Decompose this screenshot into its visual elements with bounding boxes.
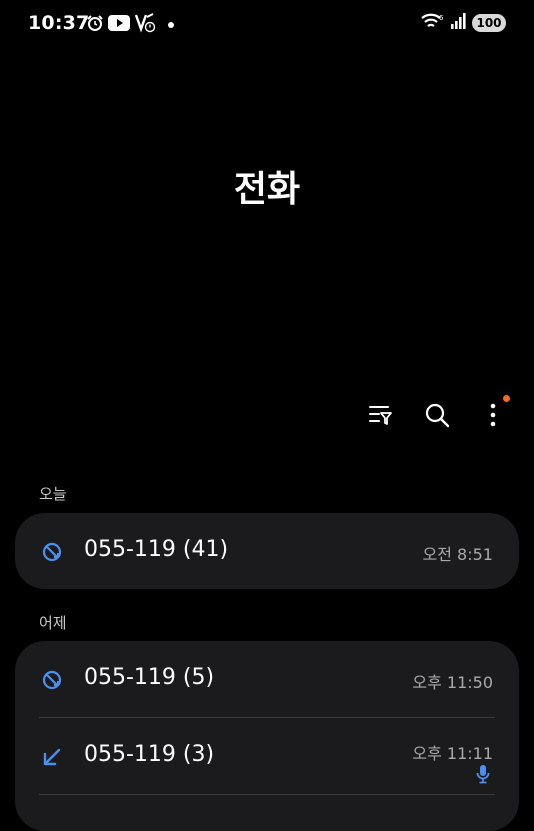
notification-badge-icon: [503, 395, 510, 402]
call-log-row[interactable]: 055-119 (41) 오전 8:51: [15, 513, 519, 589]
toolbar: [366, 395, 510, 432]
call-number: 055-119 (3): [84, 742, 215, 767]
more-options-icon: [490, 403, 496, 427]
call-number: 055-119 (5): [84, 665, 215, 690]
incoming-call-icon: [41, 746, 63, 768]
youtube-icon: [108, 15, 130, 35]
search-icon: [425, 403, 450, 428]
call-time: 오전 8:51: [422, 545, 493, 564]
filter-icon: [369, 406, 392, 425]
status-bar: 10:37 6 100: [0, 0, 534, 48]
blocked-call-icon: [41, 541, 63, 563]
call-time: 오후 11:50: [412, 673, 493, 692]
section-label-today: 오늘: [39, 485, 67, 503]
blocked-call-icon: [41, 669, 63, 691]
wifi-icon: 6: [420, 12, 444, 34]
search-button[interactable]: [422, 398, 452, 432]
call-log-row[interactable]: 055-119 (3) 오후 11:11: [15, 718, 519, 794]
alarm-icon: [86, 14, 104, 36]
notification-dot-icon: [168, 22, 174, 28]
more-options-button[interactable]: [478, 395, 510, 432]
signal-icon: [450, 13, 466, 33]
call-list-card-today: 055-119 (41) 오전 8:51: [15, 513, 519, 589]
page-title: 전화: [233, 169, 301, 210]
status-time: 10:37: [28, 12, 90, 34]
call-number: 055-119 (41): [84, 537, 229, 562]
status-left-icons: [86, 13, 174, 37]
battery-indicator: 100: [472, 14, 506, 32]
filter-button[interactable]: [366, 398, 396, 432]
call-list-card-yesterday: 055-119 (5) 오후 11:50 055-119 (3) 오후 11:1…: [15, 641, 519, 831]
call-time: 오후 11:11: [412, 744, 493, 763]
recording-mic-icon: [475, 764, 491, 784]
section-label-yesterday: 어제: [39, 614, 67, 632]
row-divider: [39, 794, 495, 795]
svg-text:6: 6: [439, 14, 444, 22]
volte-icon: [134, 13, 156, 37]
status-right-icons: 6 100: [420, 12, 506, 34]
call-log-row[interactable]: 055-119 (5) 오후 11:50: [15, 641, 519, 717]
